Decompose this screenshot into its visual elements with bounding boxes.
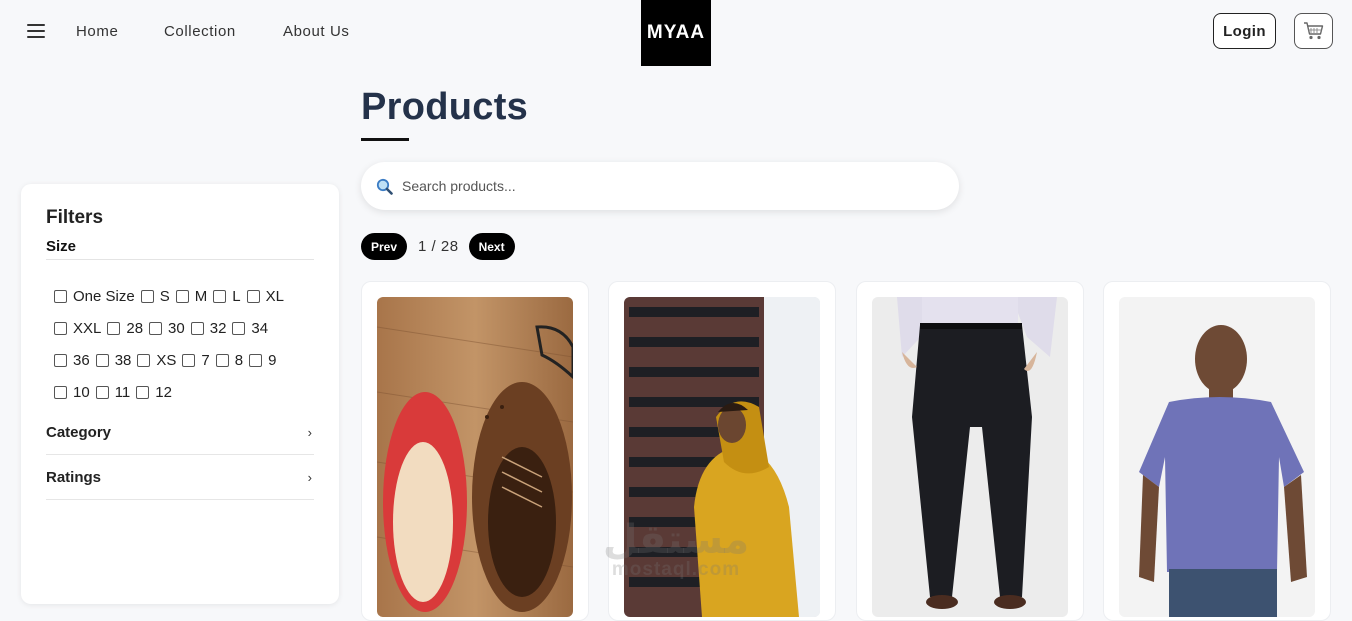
divider <box>46 259 314 260</box>
size-checkbox[interactable] <box>215 353 229 367</box>
size-label: 30 <box>168 319 185 337</box>
size-option[interactable]: 10 <box>54 384 90 401</box>
menu-icon[interactable] <box>27 24 45 38</box>
size-checkbox[interactable] <box>246 289 260 303</box>
size-checkbox[interactable] <box>54 321 67 335</box>
size-checkbox[interactable] <box>54 385 67 399</box>
product-image-shoes <box>377 297 573 617</box>
size-checkbox[interactable] <box>54 353 67 367</box>
size-option[interactable]: XXL <box>54 320 101 337</box>
filter-ratings[interactable]: Ratings › <box>46 455 314 500</box>
size-option[interactable]: 7 <box>182 351 210 369</box>
size-option[interactable]: S <box>140 287 170 305</box>
size-option[interactable]: M <box>175 287 208 305</box>
size-label: 9 <box>268 351 277 369</box>
filters-panel: Filters Size One Size S M L XL XXL 28 30 32 34 36 3… <box>21 184 339 604</box>
size-checkbox[interactable] <box>149 321 163 335</box>
size-label: M <box>194 287 208 305</box>
size-option[interactable]: L <box>213 287 241 305</box>
size-label: 11 <box>114 383 131 401</box>
size-option[interactable]: 34 <box>232 320 268 337</box>
size-label: XS <box>156 351 177 369</box>
size-checkbox[interactable] <box>175 289 189 303</box>
product-card[interactable] <box>856 281 1084 621</box>
size-label: 12 <box>155 383 172 401</box>
size-checkbox[interactable] <box>136 385 150 399</box>
product-card[interactable] <box>361 281 589 621</box>
search-icon <box>376 178 393 195</box>
size-label: L <box>232 287 241 305</box>
nav-home[interactable]: Home <box>76 23 118 40</box>
size-label: 10 <box>73 383 90 401</box>
size-label: XL <box>265 287 284 305</box>
size-option[interactable]: One Size <box>54 288 135 305</box>
size-row: One Size S M L XL <box>54 280 324 312</box>
size-label: 36 <box>73 351 90 369</box>
size-option[interactable]: 8 <box>215 351 244 369</box>
search-input[interactable] <box>402 178 922 194</box>
chevron-right-icon: › <box>307 424 312 440</box>
product-image-trousers <box>872 297 1068 617</box>
size-checkbox[interactable] <box>95 385 109 399</box>
chevron-right-icon: › <box>307 469 312 485</box>
page-title: Products <box>361 86 529 128</box>
cart-button[interactable] <box>1294 13 1333 49</box>
size-checkbox[interactable] <box>190 321 204 335</box>
filter-category[interactable]: Category › <box>46 410 314 455</box>
login-button[interactable]: Login <box>1213 13 1276 49</box>
size-option[interactable]: XS <box>137 352 176 369</box>
size-label: One Size <box>73 287 135 305</box>
size-row: 36 38 XS 7 8 9 <box>54 344 324 376</box>
size-checkbox[interactable] <box>182 353 196 367</box>
size-label: S <box>159 287 170 305</box>
size-option[interactable]: 36 <box>54 352 90 369</box>
page-info: 1 / 28 <box>418 238 459 255</box>
size-checkbox[interactable] <box>140 289 154 303</box>
nav-about-us[interactable]: About Us <box>283 23 350 40</box>
size-row: 10 11 12 <box>54 376 324 408</box>
size-checkbox[interactable] <box>232 321 246 335</box>
size-label: XXL <box>73 319 102 337</box>
filter-category-label: Category <box>46 423 112 441</box>
size-row: XXL 28 30 32 34 <box>54 312 324 344</box>
nav-collection[interactable]: Collection <box>164 23 236 40</box>
size-label: 32 <box>209 319 227 337</box>
next-button[interactable]: Next <box>468 233 515 260</box>
size-option[interactable]: 12 <box>136 384 172 401</box>
size-option[interactable]: 28 <box>107 320 143 337</box>
product-card[interactable] <box>608 281 836 621</box>
size-title: Size <box>46 238 77 255</box>
product-image-hoodie <box>624 297 820 617</box>
size-option[interactable]: 32 <box>190 319 227 337</box>
size-option[interactable]: 38 <box>95 351 132 369</box>
size-label: 38 <box>114 351 132 369</box>
prev-button[interactable]: Prev <box>361 233 408 260</box>
size-label: 8 <box>234 351 244 369</box>
product-card[interactable] <box>1103 281 1331 621</box>
size-checkbox[interactable] <box>213 289 227 303</box>
pagination: Prev 1 / 28 Next <box>361 233 515 260</box>
size-option[interactable]: 30 <box>149 320 185 337</box>
header: Home Collection About Us MYAA Login <box>0 0 1352 66</box>
size-checkbox[interactable] <box>54 289 67 303</box>
size-label: 28 <box>126 319 144 337</box>
size-label: 34 <box>251 319 269 337</box>
size-option[interactable]: 9 <box>249 352 276 369</box>
size-label: 7 <box>201 351 210 369</box>
filter-ratings-label: Ratings <box>46 468 102 486</box>
cart-icon <box>1303 22 1323 40</box>
size-checkbox[interactable] <box>95 353 109 367</box>
size-checkbox[interactable] <box>107 321 121 335</box>
size-checkbox[interactable] <box>137 353 151 367</box>
title-underline <box>361 138 409 141</box>
filters-title: Filters <box>46 207 104 228</box>
size-checkbox[interactable] <box>249 353 263 367</box>
logo[interactable]: MYAA <box>641 0 711 66</box>
size-option[interactable]: 11 <box>95 383 131 401</box>
search-bar[interactable] <box>361 162 959 210</box>
product-image-tshirt <box>1119 297 1315 617</box>
size-option[interactable]: XL <box>246 287 284 305</box>
size-options: One Size S M L XL XXL 28 30 32 34 36 38 XS 7 8 9 10 11 12 <box>54 280 324 408</box>
